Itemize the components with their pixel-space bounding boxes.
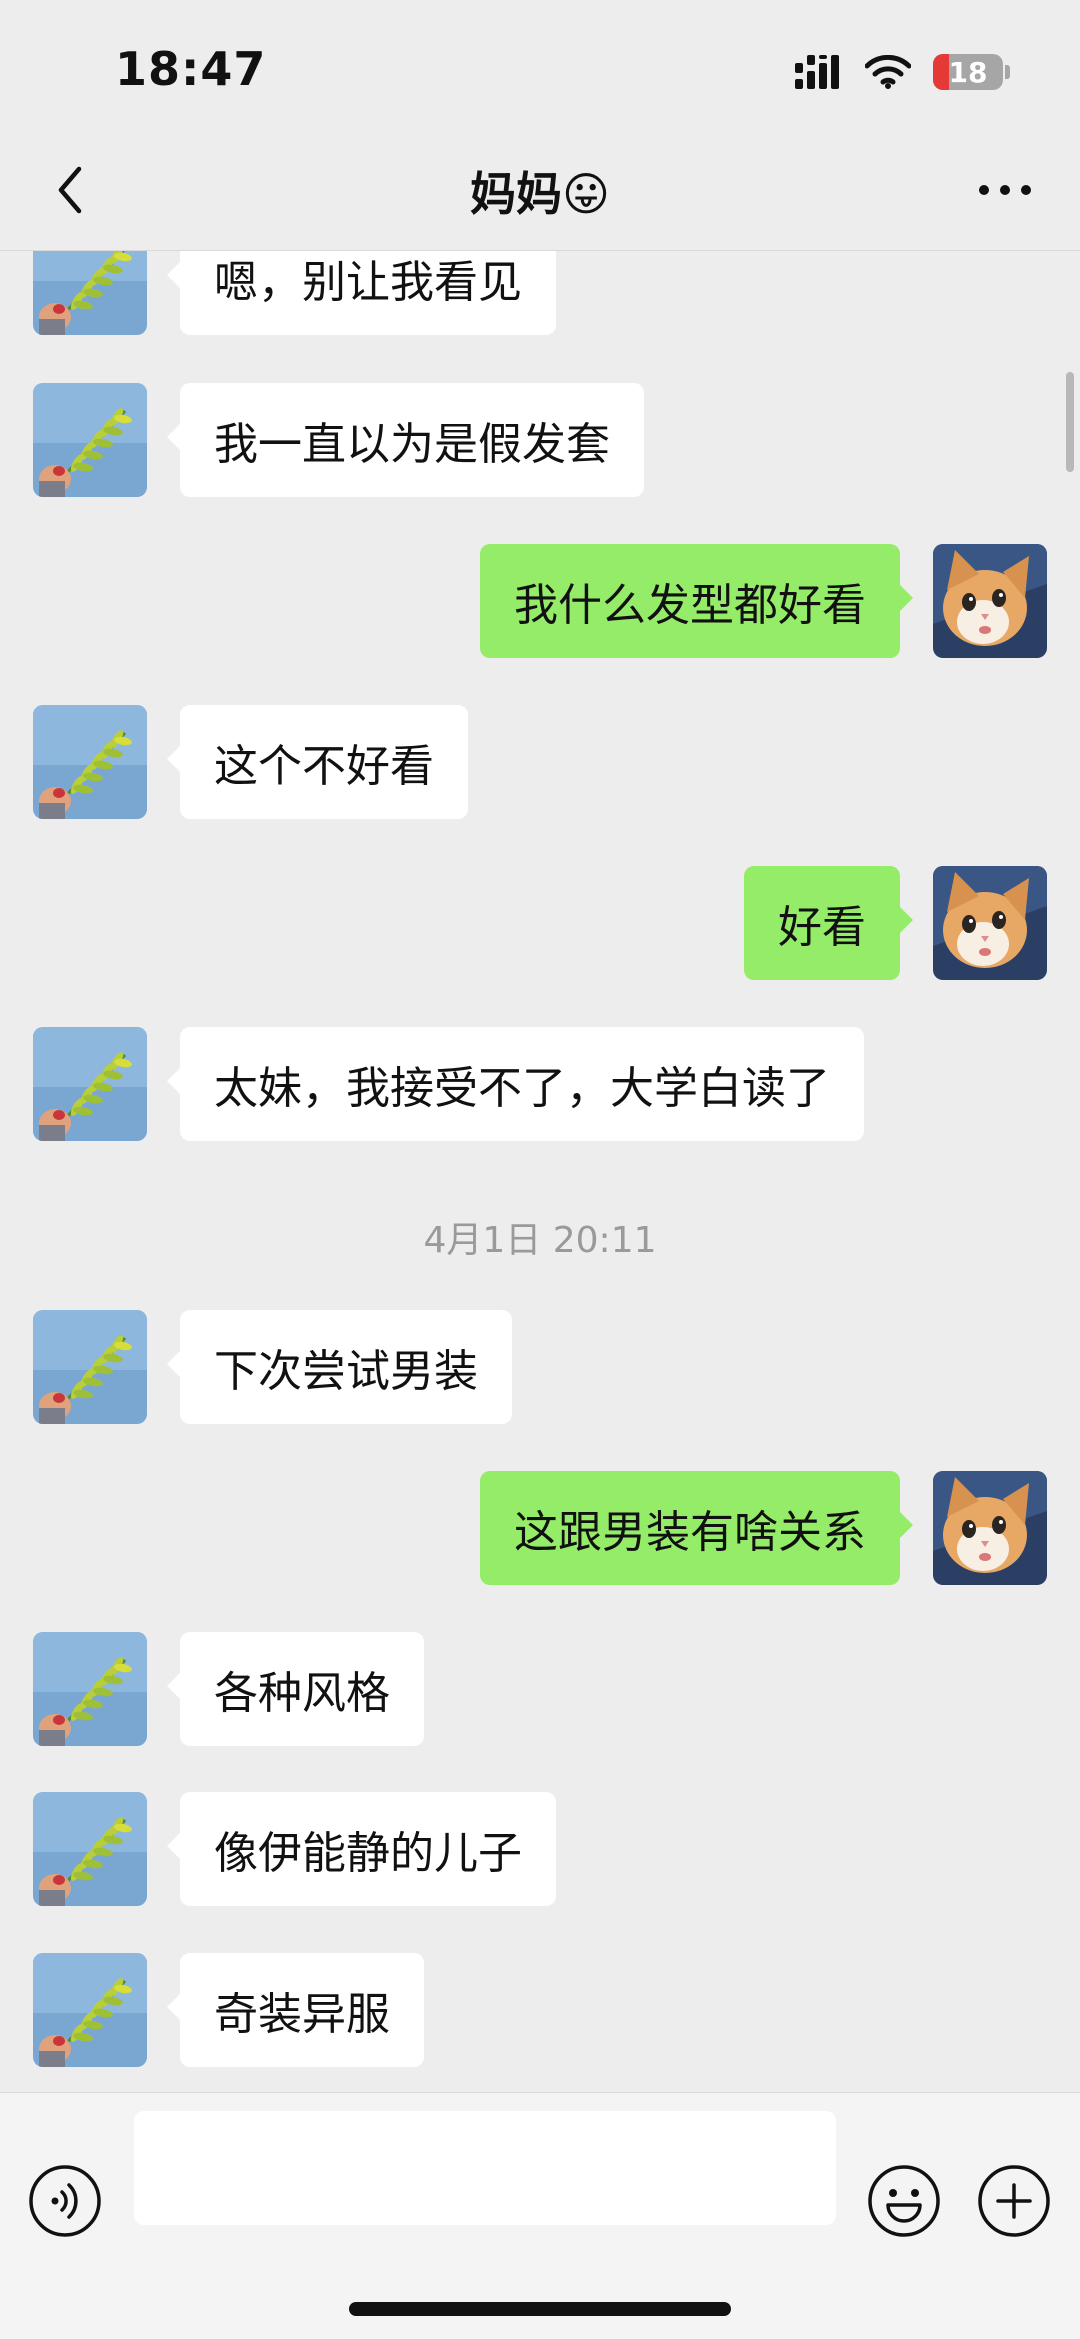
contact-avatar[interactable]	[33, 1792, 147, 1906]
incoming-message-bubble[interactable]: 下次尝试男装	[167, 1310, 512, 1424]
battery-level: 18	[948, 55, 988, 89]
my-avatar[interactable]	[933, 544, 1047, 658]
cellular-signal-icon	[795, 55, 839, 89]
scrollbar[interactable]	[1066, 372, 1074, 472]
incoming-message-bubble[interactable]: 像伊能静的儿子	[167, 1792, 556, 1906]
incoming-message-bubble[interactable]: 太妹，我接受不了，大学白读了	[167, 1027, 864, 1141]
chat-title: 妈妈😛	[470, 167, 610, 221]
contact-avatar[interactable]	[33, 1310, 147, 1424]
contact-avatar[interactable]	[33, 705, 147, 819]
incoming-message-bubble[interactable]: 奇装异服	[167, 1953, 424, 2067]
emoji-button[interactable]	[866, 2163, 942, 2239]
more-button[interactable]	[970, 158, 1040, 222]
outgoing-message-bubble[interactable]: 我什么发型都好看	[480, 544, 913, 658]
incoming-message-bubble[interactable]: 我一直以为是假发套	[167, 383, 644, 497]
voice-icon	[29, 2165, 101, 2237]
emoji-icon	[868, 2165, 940, 2237]
home-indicator[interactable]	[349, 2302, 731, 2316]
wifi-icon	[865, 55, 911, 89]
contact-avatar[interactable]	[33, 383, 147, 497]
message-timestamp: 4月1日 20:11	[423, 1220, 657, 1261]
my-avatar[interactable]	[933, 1471, 1047, 1585]
voice-button[interactable]	[27, 2163, 103, 2239]
battery-icon: 18	[933, 54, 1003, 90]
incoming-message-bubble[interactable]: 各种风格	[167, 1632, 424, 1746]
contact-avatar[interactable]	[33, 251, 147, 335]
contact-avatar[interactable]	[33, 1632, 147, 1746]
plus-icon	[978, 2165, 1050, 2237]
outgoing-message-bubble[interactable]: 这跟男装有啥关系	[480, 1471, 913, 1585]
status-icons: 18	[795, 48, 1010, 96]
chat-header: 妈妈😛	[0, 130, 1080, 251]
incoming-message-bubble[interactable]: 这个不好看	[167, 705, 468, 819]
contact-avatar[interactable]	[33, 1953, 147, 2067]
status-time: 18:47	[115, 42, 267, 96]
message-input[interactable]	[134, 2111, 836, 2225]
status-bar: 18:47 18	[0, 0, 1080, 130]
battery-nub	[1005, 65, 1010, 79]
my-avatar[interactable]	[933, 866, 1047, 980]
more-dots-icon	[979, 185, 1031, 195]
chat-area[interactable]: 嗯，别让我看见 我一直以为是假发套 我什么发型都好看 这个不好看 好看 太妹，我…	[0, 251, 1080, 2091]
contact-avatar[interactable]	[33, 1027, 147, 1141]
incoming-message-bubble[interactable]: 嗯，别让我看见	[167, 251, 556, 335]
outgoing-message-bubble[interactable]: 好看	[744, 866, 913, 980]
plus-button[interactable]	[976, 2163, 1052, 2239]
